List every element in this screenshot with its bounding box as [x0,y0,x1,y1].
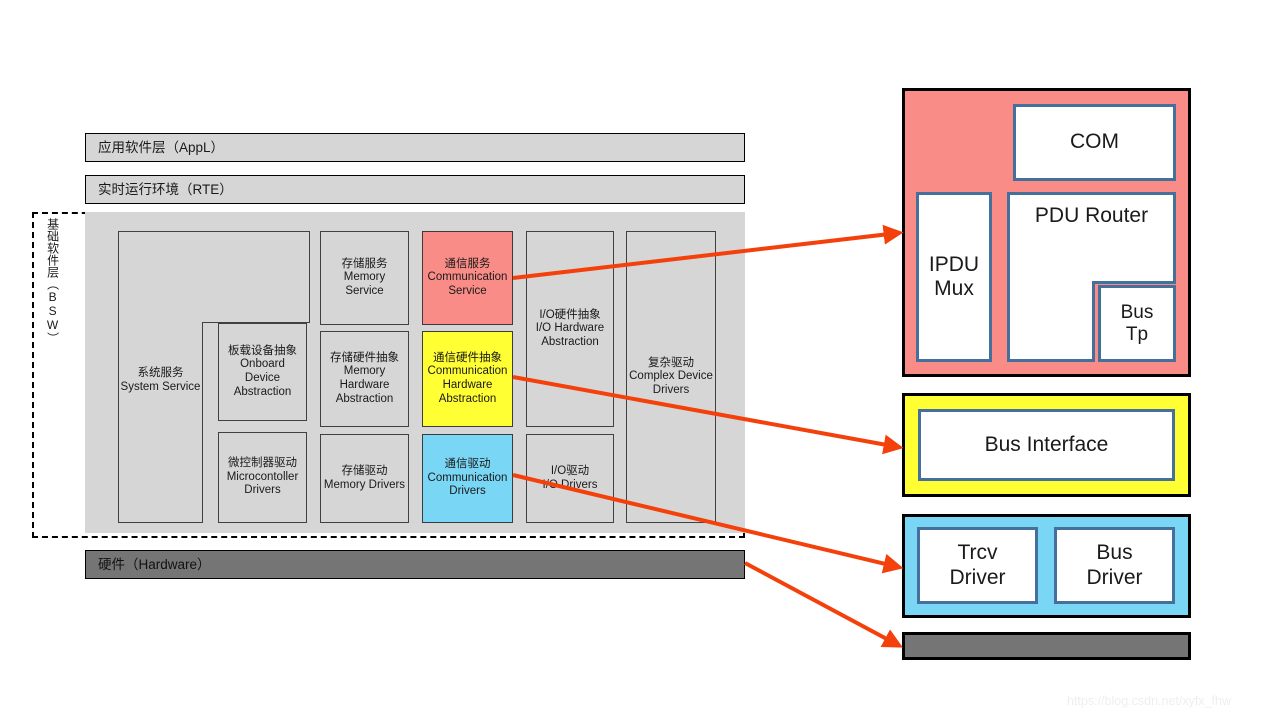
module-communication-hardware-abstraction: 通信硬件抽象 Communication Hardware Abstractio… [422,331,513,427]
box-com: COM [1013,104,1176,181]
module-onboard-device-abstraction-label: 板载设备抽象 Onboard Device Abstraction [228,344,297,398]
system-service-upper [118,231,310,323]
layer-bar-application-label: 应用软件层（AppL） [98,139,225,155]
module-io-drivers: I/O驱动 I/O Drivers [526,434,614,523]
box-bus-tp-label: Bus Tp [1120,301,1154,345]
module-memory-service: 存储服务 Memory Service [320,231,409,325]
diagram-canvas: 应用软件层（AppL） 实时运行环境（RTE） 基础软件层（BSW） 系统服务 … [0,0,1280,720]
module-microcontroller-drivers-label: 微控制器驱动 Microcontoller Drivers [226,457,299,497]
layer-bar-rte: 实时运行环境（RTE） [85,175,745,204]
module-memory-hardware-abstraction: 存储硬件抽象 Memory Hardware Abstraction [320,331,409,427]
box-bus-driver-label: Bus Driver [1086,541,1143,589]
box-bus-tp: Bus Tp [1098,285,1176,362]
pdu-router-seam [1010,278,1092,287]
layer-bar-hardware-label: 硬件（Hardware） [98,556,211,572]
box-bus-driver: Bus Driver [1054,527,1175,604]
layer-bar-application: 应用软件层（AppL） [85,133,745,162]
module-memory-drivers-label: 存储驱动 Memory Drivers [323,464,406,491]
arrow-hardware-to-hardware-panel [744,561,903,648]
watermark: https://blog.csdn.net/xyfx_fhw [1067,694,1231,708]
box-com-label: COM [1070,130,1119,154]
module-memory-drivers: 存储驱动 Memory Drivers [320,434,409,523]
box-bus-interface: Bus Interface [918,409,1175,481]
bsw-layer-label: 基础软件层（BSW） [45,218,60,344]
box-ipdu-mux: IPDU Mux [916,192,992,362]
pdu-router-lower [1007,281,1095,362]
box-pdu-router-label: PDU Router [1034,204,1149,227]
module-complex-device-drivers: 复杂驱动 Complex Device Drivers [626,231,716,523]
module-io-hardware-abstraction-label: I/O硬件抽象 I/O Hardware Abstraction [535,308,605,348]
box-ipdu-mux-label: IPDU Mux [928,252,980,300]
module-io-drivers-label: I/O驱动 I/O Drivers [542,464,598,491]
module-memory-hardware-abstraction-label: 存储硬件抽象 Memory Hardware Abstraction [330,351,399,405]
layer-bar-rte-label: 实时运行环境（RTE） [98,181,233,197]
module-onboard-device-abstraction: 板载设备抽象 Onboard Device Abstraction [218,323,307,421]
box-trcv-driver-label: Trcv Driver [949,541,1006,589]
box-bus-interface-label: Bus Interface [984,432,1109,456]
system-service-seam [119,317,202,328]
module-communication-service: 通信服务 Communication Service [422,231,513,325]
module-communication-service-label: 通信服务 Communication Service [427,257,508,297]
module-memory-service-label: 存储服务 Memory Service [341,257,388,297]
module-communication-drivers: 通信驱动 Communication Drivers [422,434,513,523]
box-trcv-driver: Trcv Driver [917,527,1038,604]
module-io-hardware-abstraction: I/O硬件抽象 I/O Hardware Abstraction [526,231,614,427]
module-communication-hardware-abstraction-label: 通信硬件抽象 Communication Hardware Abstractio… [427,351,508,405]
module-complex-device-drivers-label: 复杂驱动 Complex Device Drivers [629,356,713,396]
system-service-label: 系统服务 System Service [120,367,201,393]
panel-hardware [902,632,1191,660]
module-microcontroller-drivers: 微控制器驱动 Microcontoller Drivers [218,432,307,523]
layer-bar-hardware: 硬件（Hardware） [85,550,745,579]
module-communication-drivers-label: 通信驱动 Communication Drivers [427,458,508,498]
